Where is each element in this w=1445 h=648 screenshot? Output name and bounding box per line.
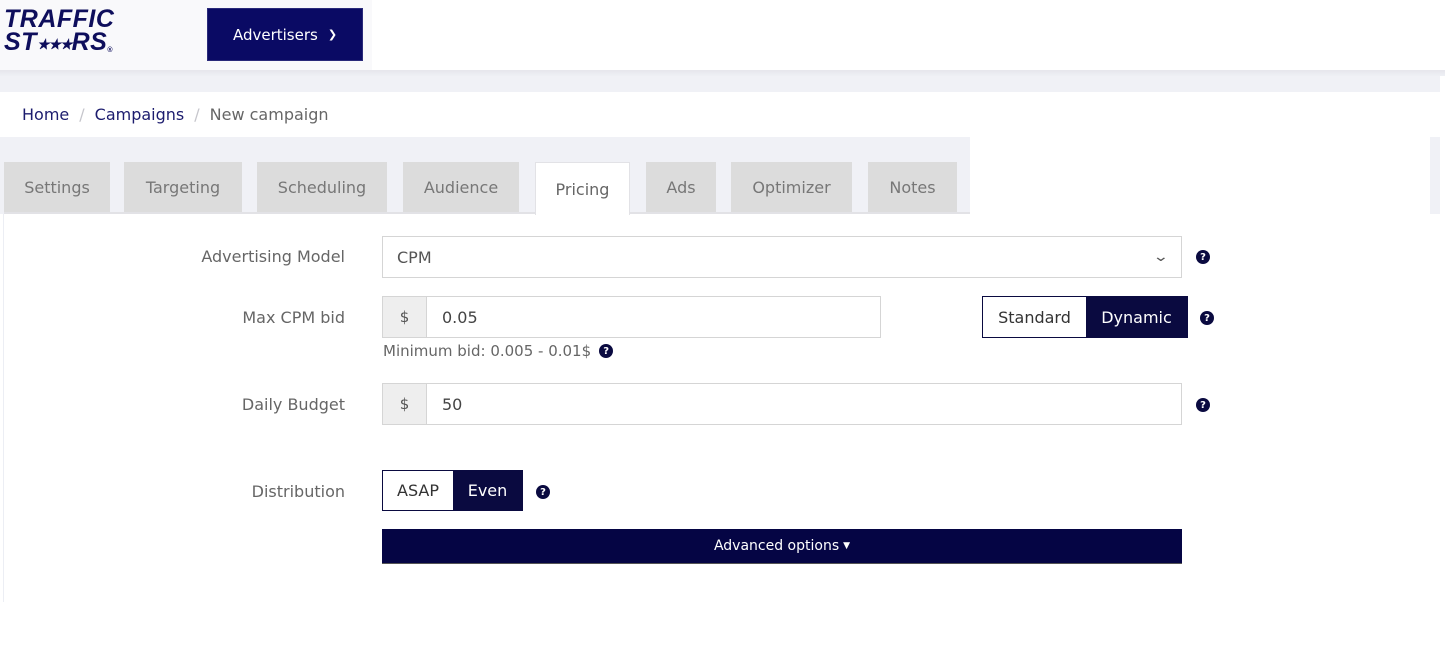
breadcrumb-current: New campaign bbox=[209, 104, 329, 124]
bid-mode-dynamic[interactable]: Dynamic bbox=[1086, 297, 1187, 337]
help-icon[interactable]: ? bbox=[1200, 311, 1214, 325]
breadcrumb: Home / Campaigns / New campaign bbox=[22, 100, 329, 128]
advanced-options-label: Advanced options bbox=[713, 538, 840, 554]
tab-baseline bbox=[4, 212, 970, 214]
distribution-asap[interactable]: ASAP bbox=[383, 471, 453, 510]
distribution-even[interactable]: Even bbox=[453, 471, 522, 510]
currency-addon: $ bbox=[383, 297, 427, 337]
tab-ads[interactable]: Ads bbox=[646, 162, 716, 212]
logo-line-2: ST★★★RS® bbox=[4, 28, 144, 62]
breadcrumb-home[interactable]: Home bbox=[22, 105, 69, 124]
advertisers-menu-button[interactable]: Advertisers ❯ bbox=[207, 8, 363, 61]
minimum-bid-text: Minimum bid: 0.005 - 0.01$ bbox=[383, 342, 592, 360]
help-icon[interactable]: ? bbox=[1196, 398, 1210, 412]
breadcrumb-separator: / bbox=[194, 104, 200, 124]
tab-settings[interactable]: Settings bbox=[4, 162, 110, 212]
chevron-down-icon: ❯ bbox=[327, 28, 338, 41]
logo-text: ST bbox=[4, 28, 37, 56]
content-left-border bbox=[3, 214, 4, 602]
chevron-down-icon: ⌄ bbox=[1152, 249, 1170, 265]
tab-pricing[interactable]: Pricing bbox=[535, 162, 630, 215]
max-cpm-bid-input[interactable]: 0.05 bbox=[427, 297, 880, 337]
distribution-label: Distribution bbox=[251, 482, 345, 501]
daily-budget-input[interactable]: 50 bbox=[427, 384, 1181, 424]
tab-optimizer[interactable]: Optimizer bbox=[731, 162, 852, 212]
tab-scheduling[interactable]: Scheduling bbox=[257, 162, 387, 212]
breadcrumb-campaigns[interactable]: Campaigns bbox=[95, 105, 185, 124]
tab-notes[interactable]: Notes bbox=[868, 162, 957, 212]
bid-mode-standard[interactable]: Standard bbox=[983, 297, 1086, 337]
logo-text: RS bbox=[71, 28, 108, 56]
bid-mode-toggle: Standard Dynamic bbox=[982, 296, 1188, 338]
tab-targeting[interactable]: Targeting bbox=[124, 162, 242, 212]
help-icon[interactable]: ? bbox=[1196, 250, 1210, 264]
help-icon[interactable]: ? bbox=[599, 344, 614, 358]
distribution-toggle: ASAP Even bbox=[382, 470, 523, 511]
tab-audience[interactable]: Audience bbox=[403, 162, 519, 212]
advertising-model-select[interactable]: CPM ⌄ bbox=[382, 236, 1182, 278]
max-cpm-bid-field: $ 0.05 bbox=[382, 296, 881, 338]
currency-addon: $ bbox=[383, 384, 427, 424]
daily-budget-label: Daily Budget bbox=[241, 395, 345, 414]
advertisers-label: Advertisers bbox=[232, 25, 318, 44]
registered-icon: ® bbox=[107, 47, 114, 54]
help-icon[interactable]: ? bbox=[536, 485, 550, 499]
max-cpm-bid-label: Max CPM bid bbox=[242, 308, 345, 327]
minimum-bid-hint: Minimum bid: 0.005 - 0.01$ ? bbox=[383, 342, 614, 360]
stars-icon: ★★★ bbox=[36, 36, 73, 52]
tab-strip-edge bbox=[1430, 137, 1440, 214]
advertising-model-value: CPM bbox=[397, 247, 432, 267]
advanced-options-button[interactable]: Advanced options ▼ bbox=[382, 529, 1182, 564]
advertising-model-label: Advertising Model bbox=[201, 247, 345, 266]
daily-budget-field: $ 50 bbox=[382, 383, 1182, 425]
breadcrumb-separator: / bbox=[79, 104, 85, 124]
trafficstars-logo[interactable]: TRAFFIC ST★★★RS® bbox=[4, 7, 144, 62]
page-background-band bbox=[0, 76, 1440, 92]
caret-down-icon: ▼ bbox=[843, 541, 851, 551]
